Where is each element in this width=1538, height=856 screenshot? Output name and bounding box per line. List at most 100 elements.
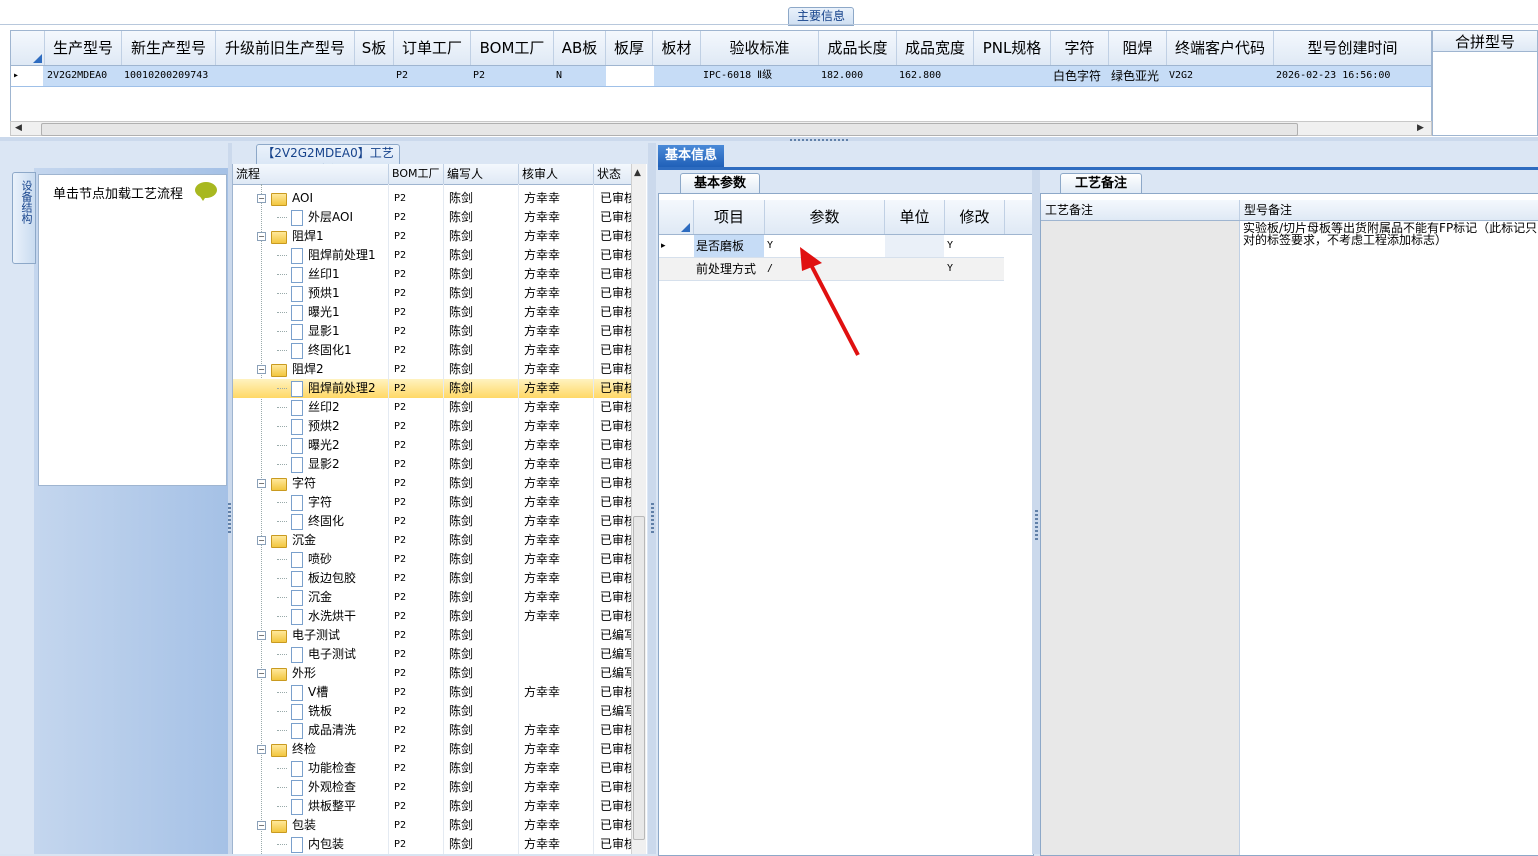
row-marker[interactable] (659, 258, 691, 280)
collapse-icon[interactable]: − (257, 745, 266, 754)
cell-process[interactable]: 水洗烘干 (308, 607, 388, 626)
cell-order-factory[interactable]: P2 (394, 66, 472, 86)
row-marker-icon[interactable]: ▸ (659, 235, 691, 257)
cell-checker[interactable] (524, 702, 594, 721)
cell-bom-factory[interactable]: P2 (394, 588, 444, 607)
cell-process[interactable]: 铣板 (308, 702, 388, 721)
cell-status[interactable]: 已编写 (600, 702, 632, 721)
cell-status[interactable]: 已审核 (600, 512, 632, 531)
cell-checker[interactable]: 方幸幸 (524, 284, 594, 303)
cell-status[interactable]: 已审核 (600, 284, 632, 303)
cell-writer[interactable]: 陈剑 (449, 645, 519, 664)
scroll-right-icon[interactable]: ▶ (1417, 122, 1424, 135)
cell-checker[interactable]: 方幸幸 (524, 797, 594, 816)
cell-bom-factory[interactable]: P2 (394, 721, 444, 740)
tree-node-row[interactable]: 字符 P2 陈剑方幸幸已审核 (233, 493, 633, 512)
cell-status[interactable]: 已审核 (600, 816, 632, 835)
cell-bom-factory[interactable]: P2 (394, 455, 444, 474)
cell-process[interactable]: 沉金 (308, 588, 388, 607)
basic-params-tab[interactable]: 基本参数 (680, 173, 760, 194)
cell-bom-factory[interactable]: P2 (394, 341, 444, 360)
cell-material[interactable] (653, 66, 702, 86)
cell-checker[interactable] (524, 645, 594, 664)
cell-status[interactable]: 已编写 (600, 664, 632, 683)
col-material[interactable]: 板材 (653, 31, 701, 65)
cell-bom-factory[interactable]: P2 (394, 417, 444, 436)
cell-bom-factory[interactable]: P2 (394, 797, 444, 816)
cell-bom-factory[interactable]: P2 (394, 303, 444, 322)
cell-bom-factory[interactable]: P2 (394, 512, 444, 531)
cell-status[interactable]: 已审核 (600, 759, 632, 778)
cell-writer[interactable]: 陈剑 (449, 702, 519, 721)
col-checker[interactable]: 核审人 (519, 164, 594, 184)
tree-node-row[interactable]: 板边包胶 P2 陈剑方幸幸已审核 (233, 569, 633, 588)
cell-status[interactable]: 已审核 (600, 531, 632, 550)
col-item[interactable]: 项目 (694, 200, 765, 234)
cell-checker[interactable]: 方幸幸 (524, 721, 594, 740)
tree-node-row[interactable]: 成品清洗 P2 陈剑方幸幸已审核 (233, 721, 633, 740)
cell-checker[interactable]: 方幸幸 (524, 816, 594, 835)
cell-bom-factory[interactable]: P2 (394, 550, 444, 569)
cell-process[interactable]: V槽 (308, 683, 388, 702)
col-process[interactable]: 流程 (233, 164, 389, 184)
cell-new-model[interactable]: 10010200209743 (122, 66, 217, 86)
cell-checker[interactable]: 方幸幸 (524, 303, 594, 322)
right-splitter[interactable] (1032, 170, 1040, 854)
cell-process[interactable]: 阻焊1 (292, 227, 387, 246)
cell-process[interactable]: 阻焊前处理1 (308, 246, 388, 265)
cell-writer[interactable]: 陈剑 (449, 683, 519, 702)
cell-status[interactable]: 已审核 (600, 208, 632, 227)
col-unit[interactable]: 单位 (885, 200, 945, 234)
tree-folder-row[interactable]: − 字符 P2 陈剑方幸幸已审核 (233, 474, 633, 493)
cell-status[interactable]: 已审核 (600, 683, 632, 702)
cell-writer[interactable]: 陈剑 (449, 227, 519, 246)
cell-checker[interactable]: 方幸幸 (524, 436, 594, 455)
cell-unit[interactable] (885, 258, 944, 280)
cell-bom-factory[interactable]: P2 (394, 284, 444, 303)
cell-checker[interactable]: 方幸幸 (524, 759, 594, 778)
cell-status[interactable]: 已审核 (600, 322, 632, 341)
cell-standard[interactable]: IPC-6018 Ⅱ级 (701, 66, 820, 86)
tree-folder-row[interactable]: − 电子测试 P2 陈剑 已编写 (233, 626, 633, 645)
cell-process[interactable]: 烘板整平 (308, 797, 388, 816)
cell-process[interactable]: 外观检查 (308, 778, 388, 797)
tree-node-row[interactable]: 喷砂 P2 陈剑方幸幸已审核 (233, 550, 633, 569)
cell-solder[interactable]: 绿色亚光 (1109, 66, 1168, 86)
collapse-icon[interactable]: − (257, 194, 266, 203)
cell-bom-factory[interactable]: P2 (394, 683, 444, 702)
col-model-remark[interactable]: 型号备注 (1240, 200, 1534, 220)
cell-checker[interactable]: 方幸幸 (524, 835, 594, 854)
col-customer[interactable]: 终端客户代码 (1167, 31, 1274, 65)
cell-writer[interactable]: 陈剑 (449, 322, 519, 341)
cell-checker[interactable]: 方幸幸 (524, 569, 594, 588)
cell-bom-factory[interactable]: P2 (394, 569, 444, 588)
cell-checker[interactable]: 方幸幸 (524, 531, 594, 550)
col-pnl[interactable]: PNL规格 (974, 31, 1051, 65)
collapse-icon[interactable]: − (257, 365, 266, 374)
cell-checker[interactable] (524, 626, 594, 645)
cell-writer[interactable]: 陈剑 (449, 778, 519, 797)
col-thickness[interactable]: 板厚 (606, 31, 653, 65)
tree-node-row[interactable]: 内包装 P2 陈剑方幸幸已审核 (233, 835, 633, 854)
tree-node-row[interactable]: 电子测试 P2 陈剑 已编写 (233, 645, 633, 664)
cell-checker[interactable]: 方幸幸 (524, 208, 594, 227)
cell-writer[interactable]: 陈剑 (449, 740, 519, 759)
cell-checker[interactable]: 方幸幸 (524, 265, 594, 284)
col-process-remark[interactable]: 工艺备注 (1041, 200, 1240, 220)
cell-bom-factory[interactable]: P2 (394, 189, 444, 208)
cell-writer[interactable]: 陈剑 (449, 721, 519, 740)
cell-status[interactable]: 已审核 (600, 189, 632, 208)
cell-old-model[interactable] (216, 66, 356, 86)
scroll-left-icon[interactable]: ◀ (15, 122, 22, 135)
cell-process[interactable]: 曝光2 (308, 436, 388, 455)
cell-modify[interactable]: Y (945, 258, 1004, 280)
cell-writer[interactable]: 陈剑 (449, 360, 519, 379)
cell-checker[interactable]: 方幸幸 (524, 227, 594, 246)
col-status[interactable]: 状态 (594, 164, 633, 184)
collapse-icon[interactable]: − (257, 479, 266, 488)
cell-status[interactable]: 已审核 (600, 379, 632, 398)
cell-writer[interactable]: 陈剑 (449, 436, 519, 455)
tree-node-row[interactable]: 预烘1 P2 陈剑方幸幸已审核 (233, 284, 633, 303)
col-bom-factory[interactable]: BOM工厂 (471, 31, 554, 65)
tree-node-row[interactable]: 烘板整平 P2 陈剑方幸幸已审核 (233, 797, 633, 816)
